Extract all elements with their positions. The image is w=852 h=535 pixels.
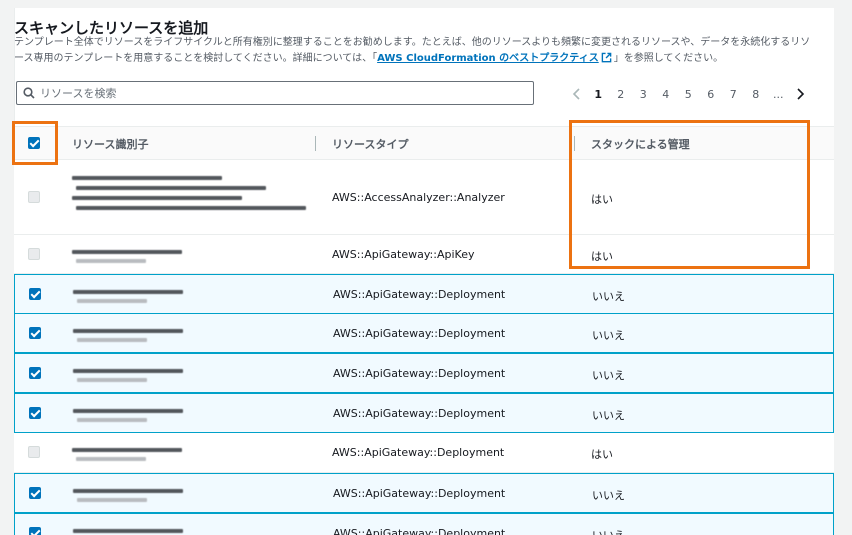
section-description: テンプレート全体でリソースをライフサイクルと所有権別に整理することをお勧めします… <box>14 35 814 67</box>
page-1[interactable]: 1 <box>587 88 610 101</box>
redacted-text <box>73 409 183 413</box>
resource-type: AWS::ApiGateway::Deployment <box>333 288 506 301</box>
redacted-text <box>76 457 146 461</box>
resource-type: AWS::ApiGateway::Deployment <box>333 527 506 535</box>
resource-identifier-redacted <box>71 354 311 394</box>
chevron-left-icon <box>572 88 580 100</box>
resource-identifier-redacted <box>70 235 310 274</box>
resource-identifier-redacted <box>71 314 311 354</box>
table-row[interactable]: AWS::ApiGateway::ApiKey はい <box>14 235 834 274</box>
table-row[interactable]: AWS::ApiGateway::Deployment はい <box>14 433 834 473</box>
redacted-text <box>76 206 306 210</box>
resource-type: AWS::ApiGateway::Deployment <box>333 487 506 500</box>
row-checkbox[interactable] <box>29 327 41 339</box>
redacted-text <box>72 196 242 200</box>
managed-by-stack: はい <box>591 448 613 461</box>
chevron-right-icon <box>796 88 804 100</box>
column-divider[interactable] <box>315 136 316 151</box>
managed-by-stack: はい <box>591 193 613 206</box>
resource-identifier-redacted <box>71 514 311 535</box>
page-6[interactable]: 6 <box>700 88 723 101</box>
row-checkbox[interactable] <box>28 247 40 260</box>
search-box[interactable] <box>16 81 534 105</box>
redacted-text <box>77 498 147 502</box>
redacted-text <box>72 249 182 254</box>
row-checkbox[interactable] <box>28 191 40 203</box>
page-ellipsis: ... <box>773 87 784 101</box>
table-row[interactable]: AWS::AccessAnalyzer::Analyzer はい <box>14 161 834 235</box>
resource-type: AWS::ApiGateway::Deployment <box>333 407 506 420</box>
resource-identifier-redacted <box>71 394 311 434</box>
row-checkbox[interactable] <box>29 367 41 379</box>
redacted-text <box>73 329 183 333</box>
table-header: リソース識別子 リソースタイプ スタックによる管理 <box>14 126 834 160</box>
table-row[interactable]: AWS::ApiGateway::Deployment いいえ <box>14 313 834 353</box>
redacted-text <box>72 448 182 452</box>
redacted-text <box>73 489 183 493</box>
resource-type: AWS::AccessAnalyzer::Analyzer <box>332 191 505 204</box>
managed-by-stack: いいえ <box>592 409 625 422</box>
prev-page-button[interactable] <box>567 84 587 104</box>
resource-identifier-redacted <box>70 161 310 235</box>
redacted-text <box>76 258 146 263</box>
row-checkbox[interactable] <box>29 487 41 499</box>
table-row[interactable]: AWS::ApiGateway::Deployment いいえ <box>14 393 834 433</box>
column-header-managed[interactable]: スタックによる管理 <box>591 136 690 152</box>
column-header-type[interactable]: リソースタイプ <box>332 136 408 152</box>
table-row[interactable]: AWS::ApiGateway::Deployment いいえ <box>14 353 834 393</box>
resource-type: AWS::ApiGateway::Deployment <box>333 327 506 340</box>
next-page-button[interactable] <box>790 84 810 104</box>
redacted-text <box>77 418 147 422</box>
column-divider[interactable] <box>574 136 575 151</box>
select-all-checkbox[interactable] <box>28 137 40 149</box>
redacted-text <box>73 529 183 533</box>
table-row[interactable]: AWS::ApiGateway::Deployment いいえ <box>14 513 834 535</box>
page-2[interactable]: 2 <box>610 88 633 101</box>
resource-identifier-redacted <box>70 433 310 473</box>
pagination: 1 2 3 4 5 6 7 8 ... <box>567 84 810 104</box>
page-4[interactable]: 4 <box>655 88 678 101</box>
best-practices-link[interactable]: AWS CloudFormation のベストプラクティス <box>377 53 599 64</box>
redacted-text <box>77 378 147 382</box>
row-checkbox[interactable] <box>29 288 41 300</box>
resource-type: AWS::ApiGateway::ApiKey <box>332 247 475 261</box>
managed-by-stack: いいえ <box>592 489 625 502</box>
managed-by-stack: いいえ <box>592 329 625 342</box>
page-3[interactable]: 3 <box>632 88 655 101</box>
row-checkbox[interactable] <box>28 446 40 458</box>
redacted-text <box>77 338 147 342</box>
resource-identifier-redacted <box>71 474 311 514</box>
row-checkbox[interactable] <box>29 407 41 419</box>
redacted-text <box>73 369 183 373</box>
table-row[interactable]: AWS::ApiGateway::Deployment いいえ <box>14 274 834 314</box>
description-text-end: 」を参照してください。 <box>613 53 724 64</box>
search-icon <box>23 87 35 99</box>
redacted-text <box>77 299 147 303</box>
row-checkbox[interactable] <box>29 527 41 535</box>
resource-identifier-redacted <box>71 275 311 315</box>
page-5[interactable]: 5 <box>677 88 700 101</box>
column-header-identifier[interactable]: リソース識別子 <box>72 136 148 152</box>
page-8[interactable]: 8 <box>745 88 768 101</box>
resource-type: AWS::ApiGateway::Deployment <box>333 367 506 380</box>
managed-by-stack: いいえ <box>592 290 625 303</box>
redacted-text <box>73 290 183 294</box>
redacted-text <box>72 176 222 180</box>
managed-by-stack: いいえ <box>592 369 625 382</box>
managed-by-stack: はい <box>591 249 613 263</box>
external-link-icon[interactable] <box>601 52 612 63</box>
search-input[interactable] <box>40 84 520 102</box>
resource-type: AWS::ApiGateway::Deployment <box>332 446 505 459</box>
redacted-text <box>76 186 266 190</box>
managed-by-stack: いいえ <box>592 527 625 535</box>
page-7[interactable]: 7 <box>722 88 745 101</box>
table-row[interactable]: AWS::ApiGateway::Deployment いいえ <box>14 473 834 513</box>
